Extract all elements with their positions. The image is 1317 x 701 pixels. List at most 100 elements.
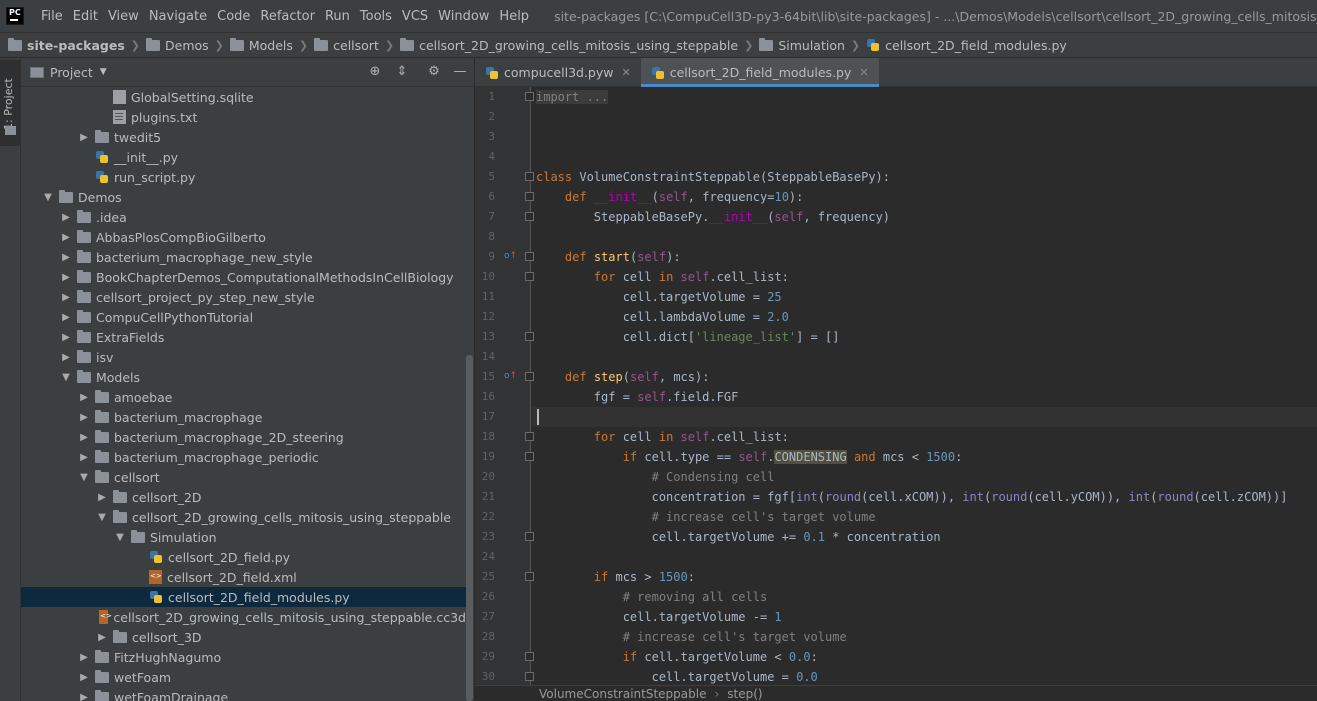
chevron-right-icon[interactable]: ▶	[59, 292, 73, 303]
menu-edit[interactable]: Edit	[68, 9, 103, 24]
tree-folder[interactable]: ▶ FitzHughNagumo	[21, 647, 466, 667]
menu-view[interactable]: View	[103, 9, 144, 24]
code-line[interactable]: cell.targetVolume = 25	[536, 287, 782, 307]
tab-compucell3d-pyw[interactable]: compucell3d.pyw ✕	[475, 58, 641, 87]
tree-folder[interactable]: ▶ twedit5	[21, 127, 466, 147]
tree-folder[interactable]: ▶ bacterium_macrophage_2D_steering	[21, 427, 466, 447]
tree-file[interactable]: cellsort_2D_field_modules.py	[21, 587, 466, 607]
code-line[interactable]: if cell.type == self.CONDENSING and mcs …	[536, 447, 962, 467]
chevron-right-icon[interactable]: ▶	[59, 332, 73, 343]
tree-file[interactable]: GlobalSetting.sqlite	[21, 87, 466, 107]
tree-folder[interactable]: ▶ ExtraFields	[21, 327, 466, 347]
breadcrumb-item[interactable]: cellsort ❯	[314, 37, 400, 53]
code-editor[interactable]: 1 2 3 4 5 6 7 8 9 10 11 12 13 14 15 16 17 18 19 20 21 22 23 24 2…	[475, 87, 1317, 701]
menu-refactor[interactable]: Refactor	[255, 9, 320, 24]
code-line[interactable]: def __init__(self, frequency=10):	[536, 187, 803, 207]
override-marker-icon[interactable]: o↑	[504, 371, 517, 381]
code-line[interactable]: cell.targetVolume -= 1	[536, 607, 782, 627]
breadcrumb-item[interactable]: Demos ❯	[146, 37, 230, 53]
tree-folder[interactable]: ▶ cellsort_2D	[21, 487, 466, 507]
chevron-right-icon[interactable]: ▶	[77, 672, 91, 683]
chevron-right-icon[interactable]: ▶	[59, 272, 73, 283]
fold-marker-icon[interactable]	[525, 172, 534, 181]
chevron-right-icon[interactable]: ▶	[77, 392, 91, 403]
collapse-all-icon[interactable]: ⇕	[394, 64, 410, 80]
code-line[interactable]: cell.targetVolume += 0.1 * concentration	[536, 527, 941, 547]
code-line[interactable]: for cell in self.cell_list:	[536, 427, 789, 447]
breadcrumb-item[interactable]: Simulation ❯	[759, 37, 866, 53]
breadcrumb-item[interactable]: Models ❯	[229, 37, 314, 53]
tree-folder[interactable]: ▶ cellsort_project_py_step_new_style	[21, 287, 466, 307]
chevron-down-icon[interactable]: ▼	[100, 67, 107, 77]
tree-file[interactable]: cellsort_2D_field.xml	[21, 567, 466, 587]
tree-folder[interactable]: ▶ bacterium_macrophage_periodic	[21, 447, 466, 467]
fold-marker-icon[interactable]	[525, 652, 534, 661]
chevron-down-icon[interactable]: ▼	[95, 512, 109, 523]
project-view-selector[interactable]: Project	[50, 65, 93, 80]
fold-marker-icon[interactable]	[525, 532, 534, 541]
chevron-right-icon[interactable]: ▶	[59, 312, 73, 323]
code-line[interactable]: cell.lambdaVolume = 2.0	[536, 307, 789, 327]
tree-folder[interactable]: ▼ Simulation	[21, 527, 466, 547]
code-line[interactable]: SteppableBasePy.__init__(self, frequency…	[536, 207, 890, 227]
tree-folder[interactable]: ▼ cellsort_2D_growing_cells_mitosis_using…	[21, 507, 466, 527]
tree-file[interactable]: plugins.txt	[21, 107, 466, 127]
tree-folder[interactable]: ▼ Demos	[21, 187, 466, 207]
fold-marker-icon[interactable]	[525, 192, 534, 201]
chevron-right-icon[interactable]: ▶	[77, 452, 91, 463]
breadcrumb-item[interactable]: cellsort_2D_growing_cells_mitosis_using_…	[400, 37, 759, 53]
gear-icon[interactable]: ⚙	[426, 64, 442, 80]
close-icon[interactable]: ✕	[859, 66, 868, 79]
tab-cellsort-2d-field-modules[interactable]: cellsort_2D_field_modules.py ✕	[640, 58, 879, 87]
chevron-right-icon[interactable]: ▶	[77, 432, 91, 443]
fold-marker-icon[interactable]	[525, 272, 534, 281]
fold-marker-icon[interactable]	[525, 372, 534, 381]
chevron-right-icon[interactable]: ▶	[77, 132, 91, 143]
chevron-down-icon[interactable]: ▼	[59, 372, 73, 383]
code-line[interactable]: class VolumeConstraintSteppable(Steppabl…	[536, 167, 890, 187]
project-tool-window-button[interactable]: 1: Project	[0, 60, 21, 146]
menu-vcs[interactable]: VCS	[397, 9, 433, 24]
fold-marker-icon[interactable]	[525, 432, 534, 441]
code-line[interactable]: if cell.targetVolume < 0.0:	[536, 647, 818, 667]
fold-marker-icon[interactable]	[525, 452, 534, 461]
tree-folder[interactable]: ▶ BookChapterDemos_ComputationalMethodsIn…	[21, 267, 466, 287]
code-line[interactable]: # increase cell's target volume	[536, 627, 847, 647]
tree-folder[interactable]: ▶ bacterium_macrophage	[21, 407, 466, 427]
chevron-right-icon[interactable]: ▶	[95, 632, 109, 643]
chevron-right-icon[interactable]: ▶	[59, 232, 73, 243]
locate-icon[interactable]: ⊕	[367, 64, 383, 80]
tree-folder[interactable]: ▶ AbbasPlosCompBioGilberto	[21, 227, 466, 247]
code-line[interactable]: import ...	[536, 87, 609, 107]
code-line[interactable]: fgf = self.field.FGF	[536, 387, 739, 407]
tree-folder[interactable]: ▶ wetFoamDrainage	[21, 687, 466, 701]
close-icon[interactable]: ✕	[621, 66, 630, 79]
chevron-down-icon[interactable]: ▼	[77, 472, 91, 483]
tree-folder[interactable]: ▶ CompuCellPythonTutorial	[21, 307, 466, 327]
tree-folder[interactable]: ▶ cellsort_3D	[21, 627, 466, 647]
breadcrumb-class[interactable]: VolumeConstraintSteppable	[539, 687, 706, 701]
tree-folder[interactable]: ▶ .idea	[21, 207, 466, 227]
tree-folder[interactable]: ▶ amoebae	[21, 387, 466, 407]
tree-file[interactable]: run_script.py	[21, 167, 466, 187]
code-line[interactable]: # increase cell's target volume	[536, 507, 876, 527]
chevron-right-icon[interactable]: ▶	[59, 212, 73, 223]
code-line[interactable]: def start(self):	[536, 247, 681, 267]
fold-marker-icon[interactable]	[525, 332, 534, 341]
menu-code[interactable]: Code	[212, 9, 255, 24]
chevron-right-icon[interactable]: ▶	[95, 492, 109, 503]
code-line[interactable]: for cell in self.cell_list:	[536, 267, 789, 287]
chevron-right-icon[interactable]: ▶	[77, 692, 91, 701]
chevron-down-icon[interactable]: ▼	[41, 192, 55, 203]
code-line[interactable]: concentration = fgf[int(round(cell.xCOM)…	[536, 487, 1288, 507]
code-line[interactable]: # removing all cells	[536, 587, 768, 607]
breadcrumb-item[interactable]: cellsort_2D_field_modules.py	[866, 38, 1067, 53]
menu-navigate[interactable]: Navigate	[144, 9, 212, 24]
override-marker-icon[interactable]: o↑	[504, 251, 517, 261]
tree-folder[interactable]: ▶ wetFoam	[21, 667, 466, 687]
chevron-down-icon[interactable]: ▼	[113, 532, 127, 543]
code-line[interactable]: cell.dict['lineage_list'] = []	[536, 327, 840, 347]
tree-folder[interactable]: ▼ Models	[21, 367, 466, 387]
tree-folder[interactable]: ▶ bacterium_macrophage_new_style	[21, 247, 466, 267]
tree-file[interactable]: __init__.py	[21, 147, 466, 167]
